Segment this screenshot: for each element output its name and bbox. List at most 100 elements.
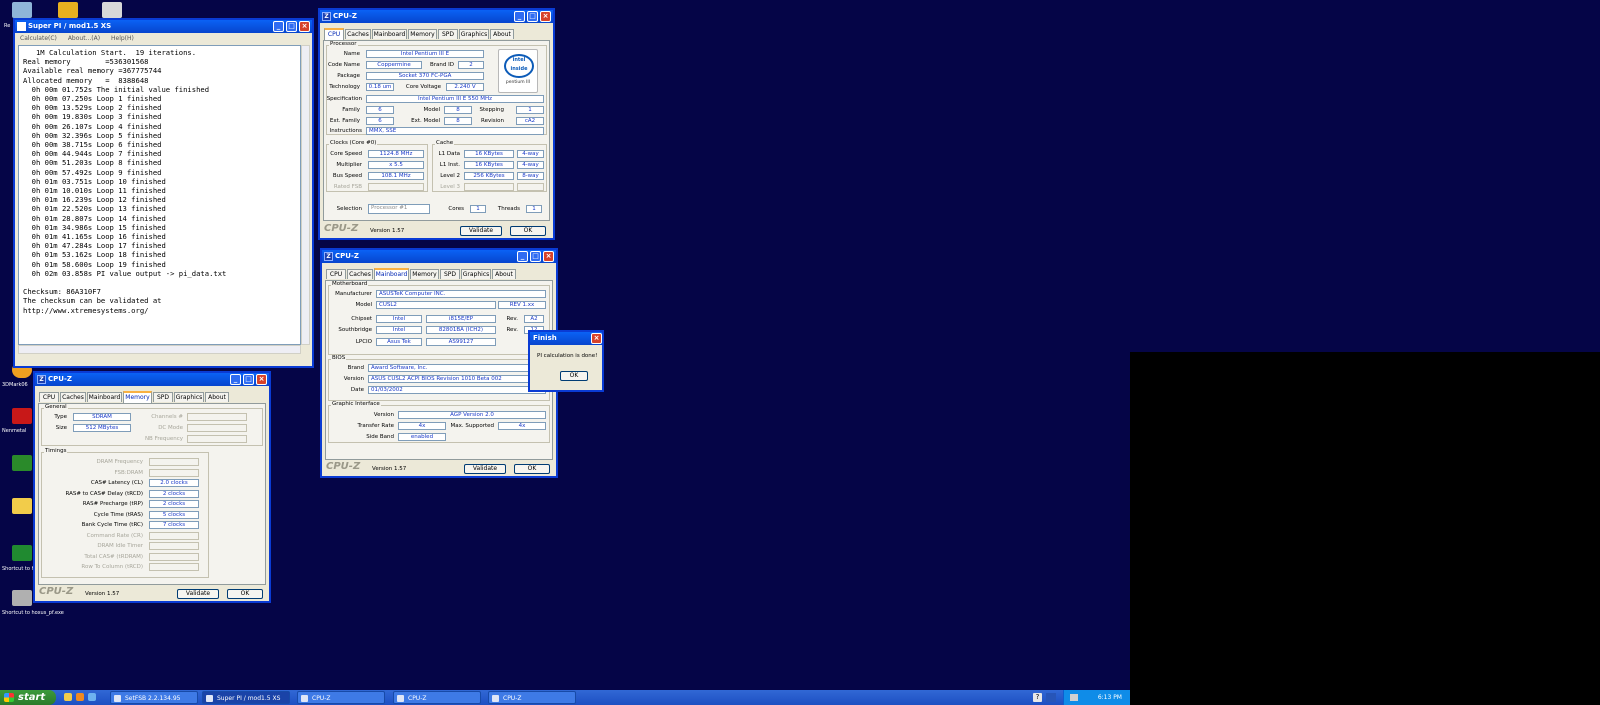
tab-caches[interactable]: Caches	[345, 29, 371, 39]
close-button[interactable]: ×	[299, 21, 310, 32]
taskbar-button-superpi[interactable]: Super PI / mod1.5 XS	[202, 691, 290, 704]
language-icon[interactable]	[1046, 693, 1056, 702]
quicklaunch-folder-icon[interactable]	[64, 693, 72, 701]
model-rev-field: REV 1.xx	[498, 301, 546, 309]
stepping-field: 1	[516, 106, 544, 114]
tab-mainboard[interactable]: Mainboard	[87, 392, 122, 402]
vertical-scrollbar[interactable]	[301, 45, 310, 345]
bios-brand-field: Award Software, Inc.	[368, 364, 546, 372]
group-label: BIOS	[331, 355, 347, 361]
tab-graphics[interactable]: Graphics	[459, 29, 489, 39]
quicklaunch-media-icon[interactable]	[76, 693, 84, 701]
tab-memory[interactable]: Memory	[123, 391, 152, 403]
label: Manufacturer	[335, 291, 372, 297]
minimize-button[interactable]: _	[230, 374, 241, 385]
tab-caches[interactable]: Caches	[347, 269, 373, 279]
help-icon[interactable]: ?	[1033, 693, 1042, 702]
processor-select[interactable]: Processor #1	[368, 204, 430, 214]
maximize-button[interactable]: □	[243, 374, 254, 385]
folder-icon[interactable]	[12, 498, 32, 514]
close-button[interactable]: ×	[591, 333, 602, 344]
shortcut-icon[interactable]	[12, 545, 32, 561]
taskbar-button-cpuz-1[interactable]: CPU-Z	[297, 691, 385, 704]
menu-help[interactable]: Help(H)	[111, 35, 134, 42]
app-icon[interactable]	[58, 2, 78, 18]
tab-spd[interactable]: SPD	[438, 29, 458, 39]
l1data-way-field: 4-way	[517, 150, 544, 158]
tab-graphics[interactable]: Graphics	[174, 392, 204, 402]
minimize-button[interactable]: _	[514, 11, 525, 22]
tab-spd[interactable]: SPD	[153, 392, 173, 402]
close-button[interactable]: ×	[256, 374, 267, 385]
cpuz-memory-window[interactable]: Z CPU-Z _ □ × CPU Caches Mainboard Memor…	[33, 371, 271, 603]
cpuz-mainboard-window[interactable]: Z CPU-Z _ □ × CPU Caches Mainboard Memor…	[320, 248, 558, 478]
superpi-title: Super PI / mod1.5 XS	[28, 22, 112, 30]
tab-cpu[interactable]: CPU	[324, 28, 344, 40]
minimize-button[interactable]: _	[517, 251, 528, 262]
label: Ext. Model	[411, 118, 440, 124]
tab-memory[interactable]: Memory	[408, 29, 437, 39]
start-label: start	[18, 692, 46, 703]
minimize-button[interactable]: _	[273, 21, 284, 32]
close-button[interactable]: ×	[543, 251, 554, 262]
menu-calculate[interactable]: Calculate(C)	[20, 35, 57, 42]
cpuz-titlebar[interactable]: Z CPU-Z _ □ ×	[322, 250, 556, 263]
app-icon-2[interactable]	[102, 2, 122, 18]
validate-button[interactable]: Validate	[177, 589, 219, 599]
superpi-window[interactable]: Super PI / mod1.5 XS _ □ × Calculate(C) …	[13, 18, 314, 368]
tab-cpu[interactable]: CPU	[39, 392, 59, 402]
maximize-button[interactable]: □	[527, 11, 538, 22]
voltage-field: 2.240 V	[446, 83, 484, 91]
label: Brand ID	[430, 62, 454, 68]
group-label: Cache	[435, 140, 455, 146]
taskbar-button-cpuz-3[interactable]: CPU-Z	[488, 691, 576, 704]
start-button[interactable]: start	[0, 690, 56, 705]
label: Revision	[481, 118, 504, 124]
ok-button[interactable]: OK	[514, 464, 550, 474]
finish-titlebar[interactable]: Finish ×	[530, 332, 602, 345]
finish-dialog[interactable]: Finish × PI calculation is done! OK	[528, 330, 604, 392]
tab-about[interactable]: About	[490, 29, 514, 39]
shortcut-icon-2[interactable]	[12, 590, 32, 606]
ok-button[interactable]: OK	[510, 226, 546, 236]
label: Stepping	[479, 107, 504, 113]
l1data-field: 16 KBytes	[464, 150, 514, 158]
tab-about[interactable]: About	[492, 269, 516, 279]
timing-label: Bank Cycle Time (tRC)	[81, 522, 143, 528]
tab-spd[interactable]: SPD	[440, 269, 460, 279]
horizontal-scrollbar[interactable]	[18, 345, 301, 354]
taskbar-button-setfsb[interactable]: SetFSB 2.2.134.95	[110, 691, 198, 704]
tab-about[interactable]: About	[205, 392, 229, 402]
tab-mainboard[interactable]: Mainboard	[372, 29, 407, 39]
maximize-button[interactable]: □	[530, 251, 541, 262]
recycle-bin-icon[interactable]	[12, 2, 32, 18]
cpuz-cpu-window[interactable]: Z CPU-Z _ □ × CPU Caches Mainboard Memor…	[318, 8, 555, 240]
close-button[interactable]: ×	[540, 11, 551, 22]
checkmark-icon[interactable]	[12, 455, 32, 471]
label: Level 2	[440, 173, 460, 179]
tab-memory[interactable]: Memory	[410, 269, 439, 279]
version-label: Version 1.57	[372, 466, 407, 472]
cpuz-titlebar[interactable]: Z CPU-Z _ □ ×	[320, 10, 553, 23]
star-icon[interactable]	[12, 408, 32, 424]
level3-field	[464, 183, 514, 191]
menu-about[interactable]: About...(A)	[68, 35, 100, 42]
tab-caches[interactable]: Caches	[60, 392, 86, 402]
taskbar-button-cpuz-2[interactable]: CPU-Z	[393, 691, 481, 704]
tray-clock[interactable]: 6:13 PM	[1098, 694, 1122, 701]
tab-graphics[interactable]: Graphics	[461, 269, 491, 279]
superpi-titlebar[interactable]: Super PI / mod1.5 XS _ □ ×	[15, 20, 312, 33]
validate-button[interactable]: Validate	[464, 464, 506, 474]
tray-network-icon[interactable]	[1070, 694, 1078, 701]
cpuz-titlebar[interactable]: Z CPU-Z _ □ ×	[35, 373, 269, 386]
maximize-button[interactable]: □	[286, 21, 297, 32]
timing-label: Command Rate (CR)	[86, 532, 143, 539]
tab-cpu[interactable]: CPU	[326, 269, 346, 279]
ok-button[interactable]: OK	[227, 589, 263, 599]
validate-button[interactable]: Validate	[460, 226, 502, 236]
finish-ok-button[interactable]: OK	[560, 371, 588, 381]
timing-value	[149, 531, 199, 540]
pi-icon	[206, 695, 213, 702]
quicklaunch-browser-icon[interactable]	[88, 693, 96, 701]
tab-mainboard[interactable]: Mainboard	[374, 268, 409, 280]
